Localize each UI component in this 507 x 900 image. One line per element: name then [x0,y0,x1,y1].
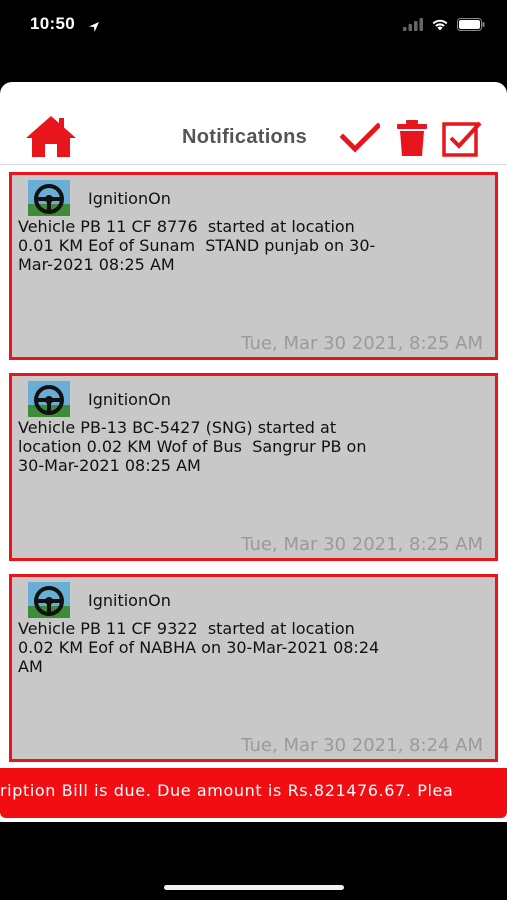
notifications-sheet: Notifications IgnitionOn Vehicle PB 11 C… [0,82,507,822]
notification-card[interactable]: IgnitionOn Vehicle PB 11 CF 8776 started… [9,172,498,360]
cellular-signal-icon [403,16,423,35]
steering-wheel-icon [28,582,70,618]
bill-due-ticker[interactable]: ription Bill is due. Due amount is Rs.82… [0,768,507,818]
home-indicator[interactable] [164,885,344,890]
trash-icon [395,120,429,162]
notification-message: Vehicle PB-13 BC-5427 (SNG) started at l… [18,418,367,475]
home-icon [24,116,78,162]
steering-wheel-icon [28,180,70,216]
notification-title: IgnitionOn [88,390,171,409]
wifi-icon [431,16,449,35]
home-button[interactable] [24,114,78,158]
ticker-text: ription Bill is due. Due amount is Rs.82… [0,781,454,800]
mark-read-button[interactable] [339,118,382,158]
notification-card[interactable]: IgnitionOn Vehicle PB 11 CF 9322 started… [9,574,498,762]
notification-title: IgnitionOn [88,189,171,208]
location-arrow-icon [88,18,100,37]
battery-icon [457,16,485,35]
notification-timestamp: Tue, Mar 30 2021, 8:25 AM [241,534,483,555]
status-time: 10:50 [30,14,75,33]
status-bar: 10:50 [0,0,507,52]
checkbox-checked-icon [441,121,483,162]
delete-button[interactable] [395,118,435,158]
notification-timestamp: Tue, Mar 30 2021, 8:24 AM [241,735,483,756]
notification-message: Vehicle PB 11 CF 8776 started at locatio… [18,217,376,274]
checkmark-icon [339,122,382,162]
toolbar: Notifications [0,82,507,165]
steering-wheel-icon [28,381,70,417]
notification-message: Vehicle PB 11 CF 9322 started at locatio… [18,619,380,676]
notification-card[interactable]: IgnitionOn Vehicle PB-13 BC-5427 (SNG) s… [9,373,498,561]
page-title: Notifications [182,126,308,148]
notification-title: IgnitionOn [88,591,171,610]
notification-timestamp: Tue, Mar 30 2021, 8:25 AM [241,333,483,354]
select-all-button[interactable] [441,118,482,158]
